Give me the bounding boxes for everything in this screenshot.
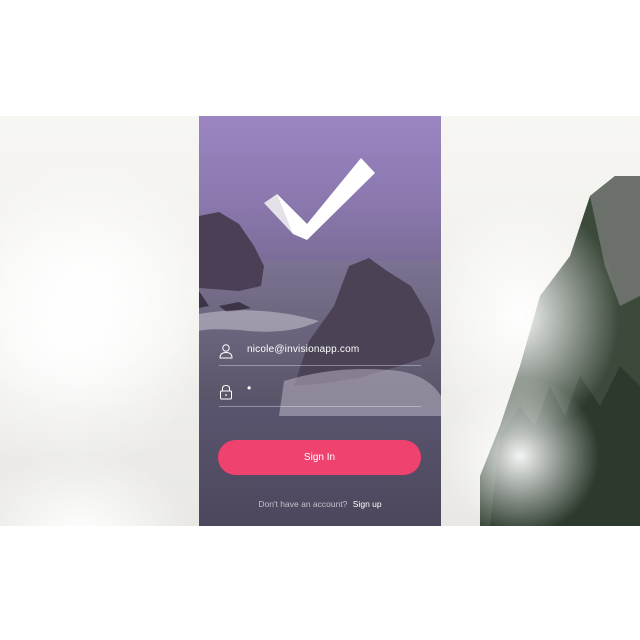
fog-right-low	[440, 376, 600, 526]
login-screen: nicole@invisionapp.com • Sign In Don't h…	[199, 116, 441, 526]
no-account-text: Don't have an account?	[258, 499, 348, 509]
lock-icon	[220, 384, 232, 400]
email-value: nicole@invisionapp.com	[247, 344, 360, 355]
signup-prompt: Don't have an account? Sign up	[199, 499, 441, 509]
checkmark-logo-icon	[264, 158, 375, 240]
sign-in-button[interactable]: Sign In	[218, 440, 421, 475]
user-icon	[219, 344, 233, 359]
sign-up-link[interactable]: Sign up	[353, 499, 382, 509]
password-field[interactable]: •	[219, 378, 421, 407]
email-field[interactable]: nicole@invisionapp.com	[219, 337, 421, 366]
password-value: •	[247, 381, 254, 395]
